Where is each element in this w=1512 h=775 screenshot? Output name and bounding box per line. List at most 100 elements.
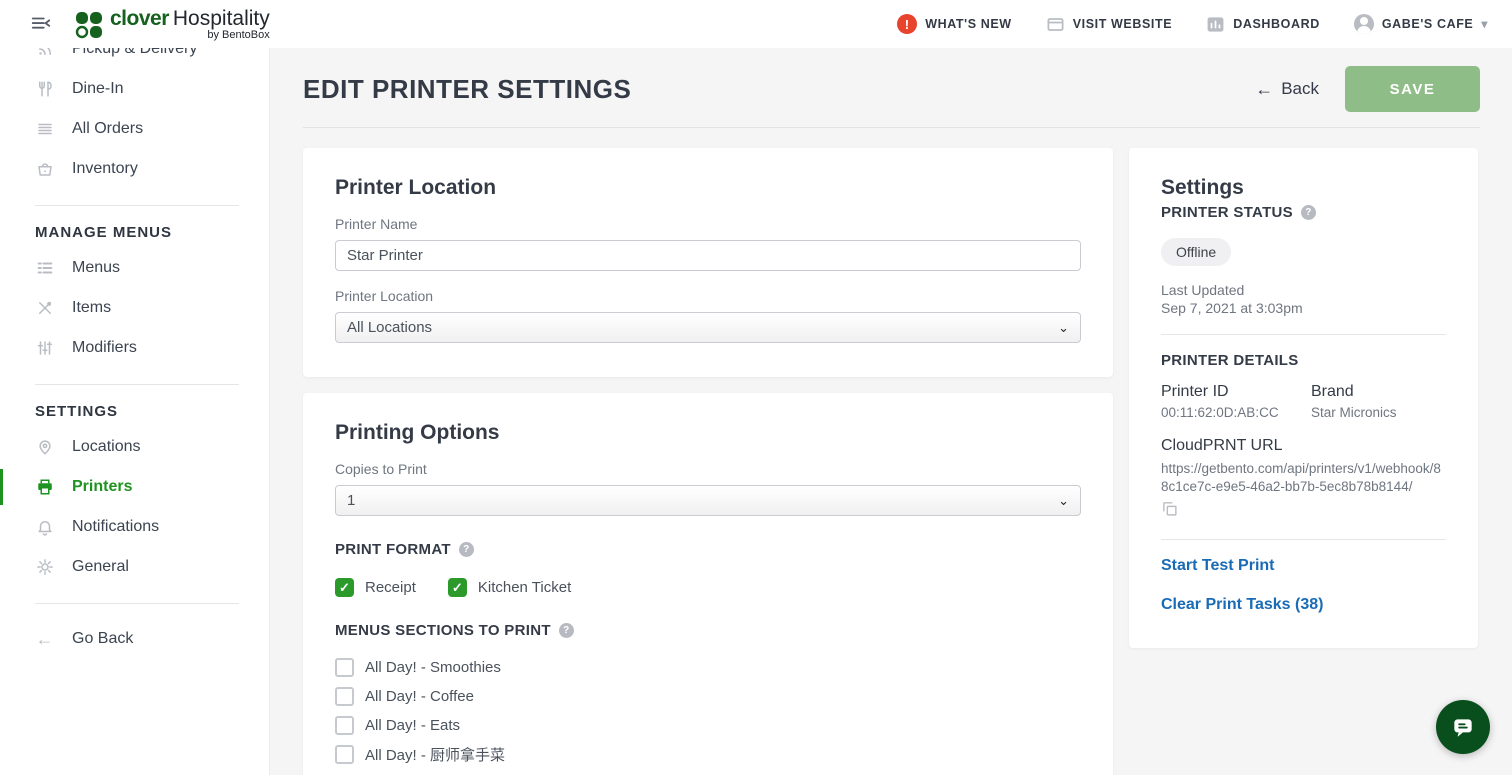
sidebar-section-settings: SETTINGS [0,397,269,427]
bar-chart-icon [1206,15,1225,34]
chat-launcher-button[interactable] [1436,700,1490,754]
back-button[interactable]: ← Back [1255,79,1319,100]
copy-icon[interactable] [1161,500,1178,517]
browser-window-icon [1046,15,1065,34]
help-icon[interactable]: ? [1301,205,1316,220]
printer-icon [35,478,54,497]
sidebar-item-label: Dine-In [72,80,124,98]
save-button[interactable]: SAVE [1345,66,1480,112]
topbar-nav: ! WHAT'S NEW VISIT WEBSITE DASHBOARD GAB… [897,14,1488,34]
last-updated-value: Sep 7, 2021 at 3:03pm [1161,300,1446,318]
main-content: EDIT PRINTER SETTINGS ← Back SAVE Printe… [270,48,1512,775]
dashboard-label: DASHBOARD [1233,17,1320,31]
sidebar-item-printers[interactable]: Printers [0,467,269,507]
sidebar-divider [35,205,239,206]
settings-title: Settings [1161,176,1446,200]
checkbox-all-day-coffee[interactable]: All Day! - Coffee [335,684,1081,708]
clover-icon [74,10,104,40]
sidebar-item-label: All Orders [72,120,143,138]
checkbox-unchecked-icon[interactable] [335,658,354,677]
sidebar-item-all-orders[interactable]: All Orders [0,109,269,149]
printer-location-select[interactable]: All Locations ⌄ [335,312,1081,343]
sidebar-divider [35,384,239,385]
fork-knife-icon [35,80,54,99]
sidebar-item-menus[interactable]: Menus [0,248,269,288]
sidebar-item-dine-in[interactable]: Dine-In [0,69,269,109]
sidebar-item-general[interactable]: General [0,547,269,587]
checkbox-label: Receipt [365,579,416,596]
help-icon[interactable]: ? [559,623,574,638]
checkbox-checked-icon[interactable]: ✓ [335,578,354,597]
chevron-down-icon: ⌄ [1058,493,1069,509]
checkbox-kitchen-ticket[interactable]: ✓ Kitchen Ticket [448,578,571,597]
sidebar-item-label: Pickup & Delivery [72,48,197,58]
sidebar-item-label: Items [72,299,111,317]
checkbox-label: All Day! - Smoothies [365,659,501,676]
header-divider [303,127,1480,128]
checkbox-all-day-eats[interactable]: All Day! - Eats [335,713,1081,737]
checkbox-label: All Day! - Eats [365,717,460,734]
back-label: Back [1281,79,1319,99]
sidebar-item-inventory[interactable]: Inventory [0,149,269,189]
sidebar-collapse-icon[interactable] [30,13,52,35]
help-icon[interactable]: ? [459,542,474,557]
sidebar-item-locations[interactable]: Locations [0,427,269,467]
panel-divider [1161,334,1446,335]
sidebar-item-modifiers[interactable]: Modifiers [0,328,269,368]
avatar-icon [1354,14,1374,34]
back-arrow-icon: ← [35,630,54,649]
visit-website-button[interactable]: VISIT WEBSITE [1046,15,1172,34]
sidebar-go-back[interactable]: ← Go Back [0,619,269,659]
sidebar-item-pickup-delivery[interactable]: Pickup & Delivery [0,48,269,69]
checkbox-label: All Day! - Coffee [365,688,474,705]
sidebar-item-items[interactable]: Items [0,288,269,328]
page-title: EDIT PRINTER SETTINGS [303,74,631,105]
clover-hospitality-logo[interactable]: clover Hospitality by BentoBox [74,8,270,41]
dashboard-button[interactable]: DASHBOARD [1206,15,1320,34]
printer-details-heading: PRINTER DETAILS [1161,352,1299,369]
whats-new-button[interactable]: ! WHAT'S NEW [897,14,1012,34]
sidebar-item-label: Menus [72,259,120,277]
logo-brand: clover [110,8,169,29]
printer-status-heading: PRINTER STATUS [1161,204,1293,221]
chat-bubble-icon [1450,714,1476,740]
printer-id-value: 00:11:62:0D:AB:CC [1161,405,1311,420]
start-test-print-link[interactable]: Start Test Print [1161,557,1446,575]
printer-location-label: Printer Location [335,288,1081,304]
brand-value: Star Micronics [1311,405,1446,420]
checkbox-unchecked-icon[interactable] [335,687,354,706]
copies-selected-value: 1 [347,492,355,509]
last-updated-label: Last Updated [1161,282,1446,300]
sidebar-item-notifications[interactable]: Notifications [0,507,269,547]
clear-print-tasks-link[interactable]: Clear Print Tasks (38) [1161,596,1446,614]
settings-panel: Settings PRINTER STATUS ? Offline Last U… [1129,148,1478,648]
checkbox-receipt[interactable]: ✓ Receipt [335,578,416,597]
copies-to-print-select[interactable]: 1 ⌄ [335,485,1081,516]
gear-icon [35,558,54,577]
printer-location-selected-value: All Locations [347,319,432,336]
logo-product: Hospitality [173,8,270,29]
checkbox-all-day-smoothies[interactable]: All Day! - Smoothies [335,655,1081,679]
menu-list-icon [35,259,54,278]
map-pin-icon [35,438,54,457]
printer-location-title: Printer Location [335,176,1081,200]
sidebar-section-manage-menus: MANAGE MENUS [0,218,269,248]
whats-new-label: WHAT'S NEW [925,17,1012,31]
signal-icon [35,48,54,59]
list-lines-icon [35,120,54,139]
checkbox-unchecked-icon[interactable] [335,745,354,764]
crossed-utensils-icon [35,299,54,318]
sliders-icon [35,339,54,358]
account-menu[interactable]: GABE'S CAFE ▾ [1354,14,1488,34]
checkbox-unchecked-icon[interactable] [335,716,354,735]
visit-website-label: VISIT WEBSITE [1073,17,1172,31]
sidebar-item-label: Locations [72,438,141,456]
sidebar-divider [35,603,239,604]
sidebar-item-label: Inventory [72,160,138,178]
bell-icon [35,518,54,537]
copies-to-print-label: Copies to Print [335,461,1081,477]
checkbox-checked-icon[interactable]: ✓ [448,578,467,597]
checkbox-all-day-chef-special[interactable]: All Day! - 厨师拿手菜 [335,742,1081,766]
logo-byline: by BentoBox [110,30,270,41]
printer-name-input[interactable] [335,240,1081,271]
